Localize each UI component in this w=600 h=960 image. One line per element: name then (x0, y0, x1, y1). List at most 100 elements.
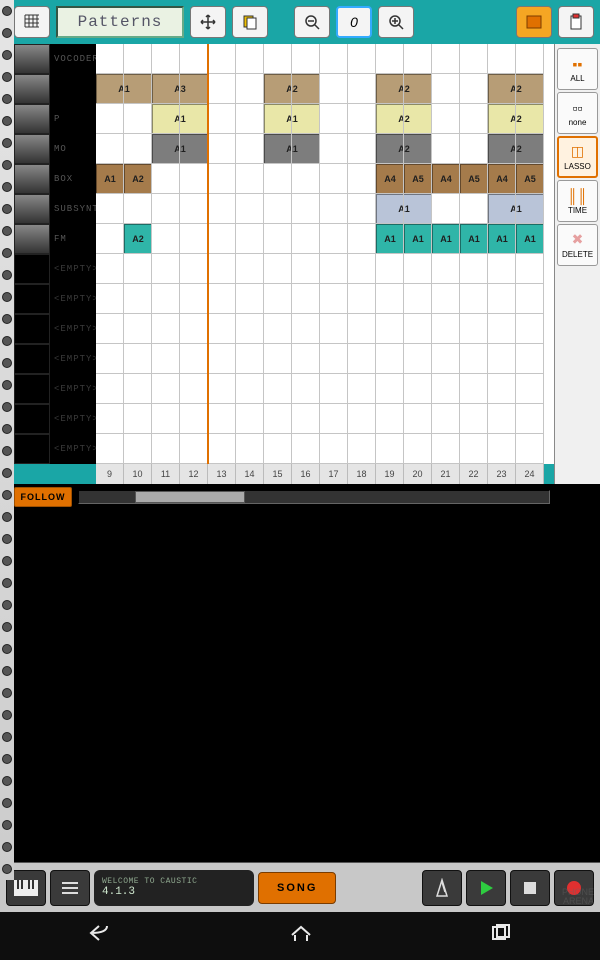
grid-cell[interactable] (348, 344, 376, 374)
grid-cell[interactable] (404, 74, 432, 104)
grid-cell[interactable] (236, 284, 264, 314)
track-header[interactable]: <EMPTY> (14, 284, 96, 314)
track-thumbnail[interactable] (14, 374, 50, 404)
grid-cell[interactable] (432, 284, 460, 314)
grid-cell[interactable] (124, 224, 152, 254)
grid-cell[interactable] (292, 284, 320, 314)
move-tool-button[interactable] (190, 6, 226, 38)
track-header[interactable]: SUBSYNTH (14, 194, 96, 224)
song-mode-button[interactable]: SONG (258, 872, 336, 904)
grid-cell[interactable] (96, 344, 124, 374)
grid-cell[interactable] (208, 44, 236, 74)
zoom-out-button[interactable] (294, 6, 330, 38)
follow-button[interactable]: FOLLOW (14, 487, 72, 507)
grid-cell[interactable] (264, 134, 292, 164)
grid-cell[interactable] (152, 224, 180, 254)
grid-cell[interactable] (152, 374, 180, 404)
grid-cell[interactable] (432, 314, 460, 344)
grid-cell[interactable] (180, 374, 208, 404)
timeline-tick[interactable]: 20 (404, 464, 432, 484)
grid-cell[interactable] (404, 434, 432, 464)
grid-cell[interactable] (264, 314, 292, 344)
grid-cell[interactable] (376, 164, 404, 194)
grid-cell[interactable] (516, 314, 544, 344)
grid-cell[interactable] (236, 134, 264, 164)
timeline-tick[interactable]: 12 (180, 464, 208, 484)
patterns-display[interactable]: Patterns (56, 6, 184, 38)
grid-cell[interactable] (376, 404, 404, 434)
grid-cell[interactable] (236, 374, 264, 404)
timeline-tick[interactable]: 19 (376, 464, 404, 484)
grid-cell[interactable] (488, 344, 516, 374)
grid-cell[interactable] (208, 224, 236, 254)
grid-cell[interactable] (180, 134, 208, 164)
grid-cell[interactable] (348, 164, 376, 194)
grid-cell[interactable] (488, 164, 516, 194)
stop-button[interactable] (510, 870, 550, 906)
grid-cell[interactable] (292, 434, 320, 464)
grid-cell[interactable] (96, 104, 124, 134)
grid-cell[interactable] (376, 254, 404, 284)
grid-cell[interactable] (292, 344, 320, 374)
grid-cell[interactable] (236, 404, 264, 434)
grid-cell[interactable] (208, 404, 236, 434)
grid-cell[interactable] (376, 134, 404, 164)
grid-cell[interactable] (180, 104, 208, 134)
grid-cell[interactable] (264, 194, 292, 224)
grid-cell[interactable] (404, 344, 432, 374)
grid-cell[interactable] (348, 44, 376, 74)
grid-cell[interactable] (292, 374, 320, 404)
grid-cell[interactable] (348, 434, 376, 464)
grid-cell[interactable] (432, 404, 460, 434)
grid-cell[interactable] (404, 374, 432, 404)
grid-cell[interactable] (96, 164, 124, 194)
grid-cell[interactable] (264, 44, 292, 74)
lower-panel[interactable] (0, 510, 600, 862)
grid-cell[interactable] (152, 404, 180, 434)
timeline-tick[interactable]: 14 (236, 464, 264, 484)
grid-cell[interactable] (348, 104, 376, 134)
track-header[interactable]: <EMPTY> (14, 254, 96, 284)
grid-cell[interactable] (432, 74, 460, 104)
grid-cell[interactable] (124, 104, 152, 134)
grid-cell[interactable] (460, 164, 488, 194)
grid-cell[interactable] (432, 194, 460, 224)
grid-cell[interactable] (460, 374, 488, 404)
grid-cell[interactable] (236, 74, 264, 104)
track-thumbnail[interactable] (14, 254, 50, 284)
grid-cell[interactable] (292, 134, 320, 164)
grid-cell[interactable] (376, 224, 404, 254)
grid-cell[interactable] (516, 164, 544, 194)
grid-cell[interactable] (264, 104, 292, 134)
select-none-button[interactable]: ▫▫none (557, 92, 598, 134)
zoom-in-button[interactable] (378, 6, 414, 38)
grid-cell[interactable] (376, 374, 404, 404)
grid-cell[interactable] (516, 134, 544, 164)
pattern-grid[interactable]: A1A3A2A2A2A1A1A2A2A1A1A2A2A1A2A4A5A4A5A4… (96, 44, 554, 464)
grid-cell[interactable] (180, 404, 208, 434)
grid-cell[interactable] (488, 134, 516, 164)
grid-cell[interactable] (152, 194, 180, 224)
timeline-tick[interactable]: 18 (348, 464, 376, 484)
grid-cell[interactable] (152, 134, 180, 164)
grid-cell[interactable] (348, 134, 376, 164)
grid-cell[interactable] (124, 74, 152, 104)
select-all-button[interactable]: ▪▪ALL (557, 48, 598, 90)
grid-cell[interactable] (124, 194, 152, 224)
track-thumbnail[interactable] (14, 74, 50, 104)
timeline-tick[interactable]: 13 (208, 464, 236, 484)
grid-cell[interactable] (432, 224, 460, 254)
grid-cell[interactable] (320, 134, 348, 164)
grid-cell[interactable] (376, 314, 404, 344)
grid-cell[interactable] (264, 374, 292, 404)
grid-cell[interactable] (488, 284, 516, 314)
grid-cell[interactable] (320, 314, 348, 344)
playhead[interactable] (207, 44, 209, 464)
menu-button[interactable] (50, 870, 90, 906)
grid-cell[interactable] (516, 434, 544, 464)
grid-cell[interactable] (124, 44, 152, 74)
copy-button[interactable] (232, 6, 268, 38)
grid-cell[interactable] (208, 344, 236, 374)
grid-cell[interactable] (124, 284, 152, 314)
grid-cell[interactable] (320, 104, 348, 134)
